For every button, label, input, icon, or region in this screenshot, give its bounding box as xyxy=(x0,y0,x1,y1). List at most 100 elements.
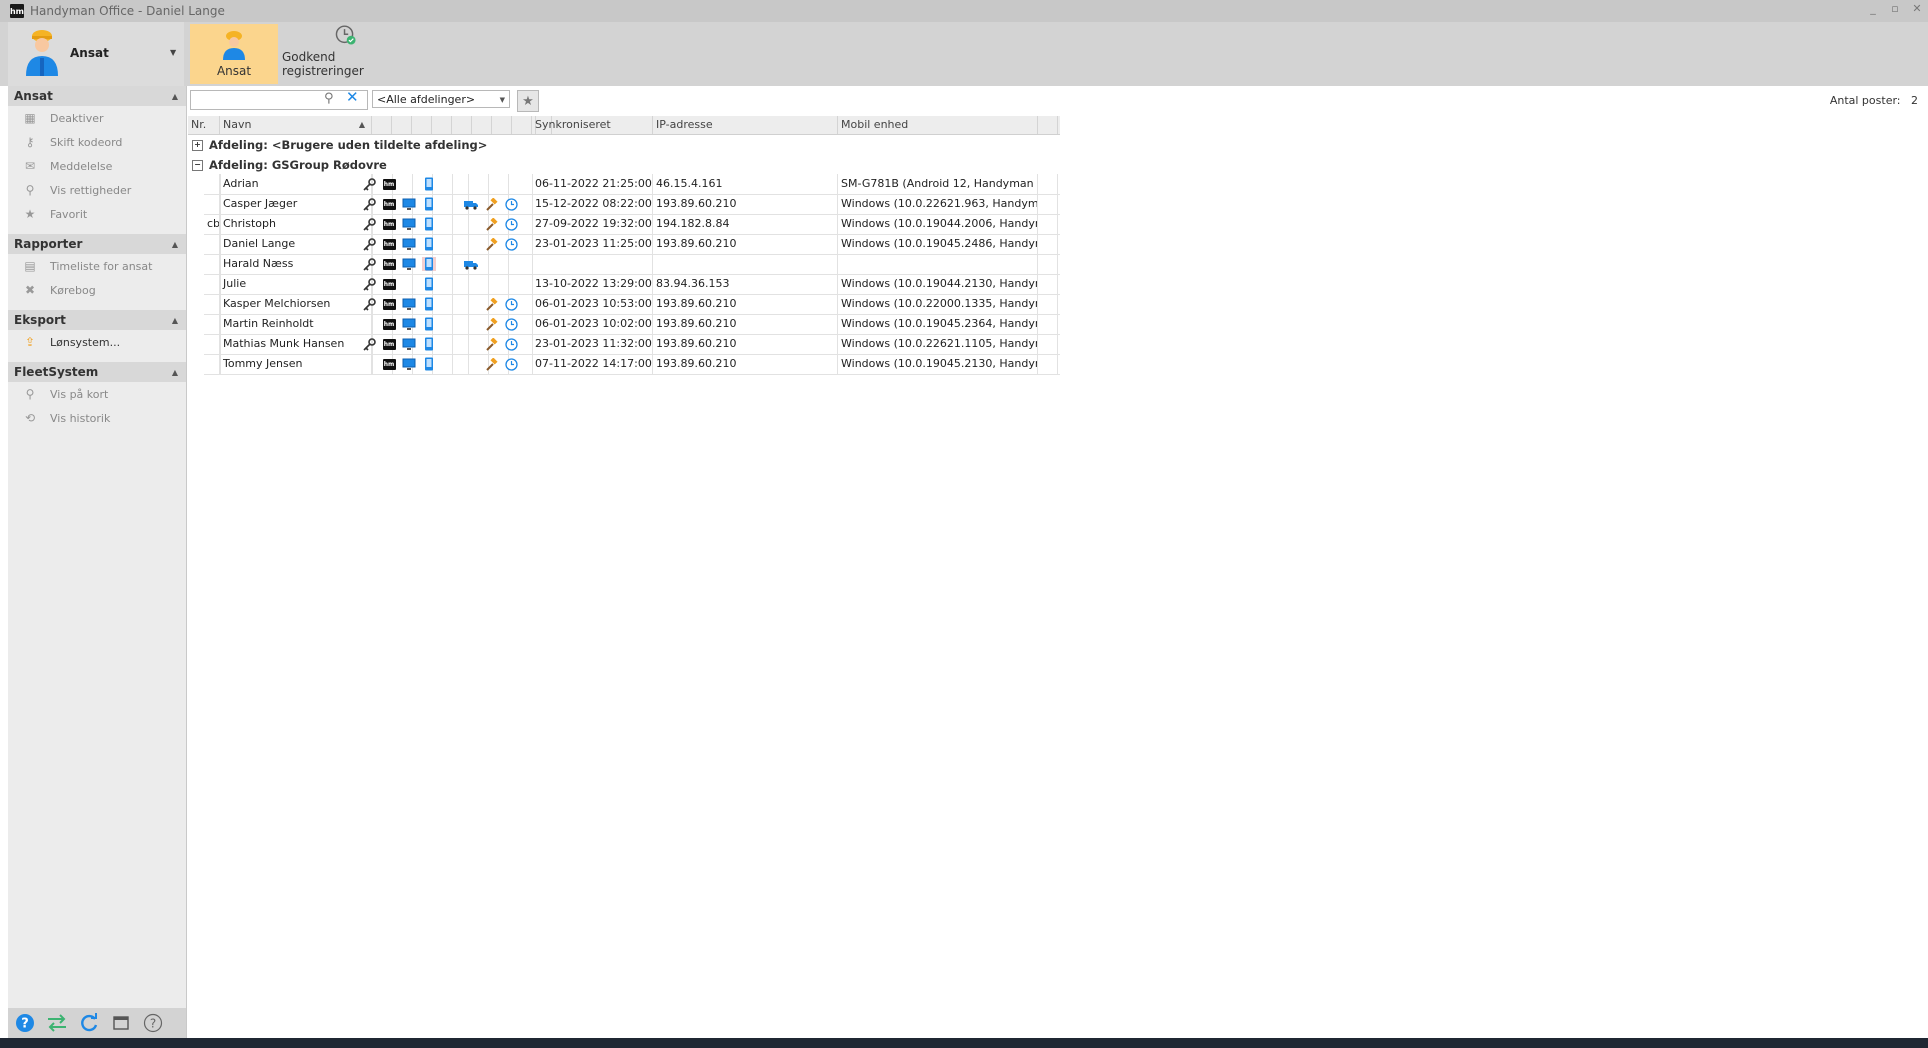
cell-sync: 06-11-2022 21:25:00 xyxy=(532,174,653,194)
expand-icon[interactable]: + xyxy=(192,139,203,151)
sync-arrows-icon[interactable] xyxy=(46,1012,68,1034)
column-header-label: Navn xyxy=(223,118,252,131)
sidebar-item-lonsystem[interactable]: ⇪ Lønsystem... xyxy=(8,330,186,354)
cell-divider xyxy=(452,234,453,254)
table-row[interactable]: Mathias Munk Hansen 23-01-2023 11:32:00 19… xyxy=(204,334,1060,355)
column-header-blank[interactable] xyxy=(492,116,512,134)
cell-ip: 193.89.60.210 xyxy=(653,294,838,314)
sidebar-item-vis-rettigheder[interactable]: ⚲ Vis rettigheder xyxy=(8,178,186,202)
section-header-ansat[interactable]: Ansat ▲ xyxy=(8,86,186,106)
sidebar-item-label: Timeliste for ansat xyxy=(50,259,153,273)
cell-ip: 193.89.60.210 xyxy=(653,314,838,334)
clock-icon xyxy=(504,237,518,251)
column-header-blank[interactable] xyxy=(452,116,472,134)
section-header-rapporter[interactable]: Rapporter ▲ xyxy=(8,234,186,254)
phone-icon xyxy=(422,257,436,271)
cell-mobile: Windows (10.0.22000.1335, Handym... xyxy=(838,294,1038,314)
ribbon-button-approve[interactable]: Godkend registreringer xyxy=(282,24,410,84)
chevron-up-icon[interactable]: ▲ xyxy=(172,368,178,377)
group-row-gsgroup[interactable]: − Afdeling: GSGroup Rødovre xyxy=(188,156,1060,174)
sidebar-item-deaktiver[interactable]: ▦ Deaktiver xyxy=(8,106,186,130)
collapse-icon[interactable]: − xyxy=(192,159,203,171)
table-row[interactable]: Harald Næss hm xyxy=(204,254,1060,275)
cell-blank xyxy=(1038,174,1058,194)
department-select[interactable]: <Alle afdelinger> ▼ xyxy=(372,90,510,108)
sidebar-item-timeliste[interactable]: ▤ Timeliste for ansat xyxy=(8,254,186,278)
column-header-name[interactable]: Navn ▲ xyxy=(220,116,372,134)
sidebar-item-label: Favorit xyxy=(50,207,88,221)
hammer-icon xyxy=(484,197,498,211)
user-avatar-icon xyxy=(26,30,58,76)
column-header-mobile[interactable]: Mobil enhed xyxy=(838,116,1038,134)
sidebar-footer: ? ? xyxy=(8,1008,186,1038)
cell-divider xyxy=(452,174,453,194)
chevron-up-icon[interactable]: ▲ xyxy=(172,316,178,325)
user-label: Ansat xyxy=(70,46,109,60)
desktop-icon xyxy=(402,197,416,211)
table-row[interactable]: Kasper Melchiorsen 06-01-2023 10:53:00 193… xyxy=(204,294,1060,315)
table-row[interactable]: Tommy Jensen 07-11-2022 14:17:00 193.89.60… xyxy=(204,354,1060,375)
column-header-blank[interactable] xyxy=(392,116,412,134)
refresh-icon[interactable] xyxy=(78,1012,100,1034)
hm-app-icon: hm xyxy=(382,318,396,330)
section-header-eksport[interactable]: Eksport ▲ xyxy=(8,310,186,330)
cell-divider xyxy=(452,294,453,314)
column-header-ip[interactable]: IP-adresse xyxy=(653,116,838,134)
cell-name: Casper Jæger xyxy=(220,194,372,214)
table-row[interactable]: Casper Jæger 15-12-2022 08:22:00 193.89.60… xyxy=(204,194,1060,215)
column-header-blank[interactable] xyxy=(1038,116,1058,134)
column-header-blank[interactable] xyxy=(472,116,492,134)
user-menu[interactable]: Ansat ▼ xyxy=(8,22,184,86)
chevron-up-icon[interactable]: ▲ xyxy=(172,240,178,249)
phone-icon xyxy=(422,297,436,311)
table-row[interactable]: Adrian 06-11-2022 21:25:00 46.15.4.161 SM-G… xyxy=(204,174,1060,195)
chevron-up-icon[interactable]: ▲ xyxy=(172,92,178,101)
hm-app-icon: hm xyxy=(382,218,396,230)
sidebar-item-korebog[interactable]: ✖ Kørebog xyxy=(8,278,186,302)
question-icon[interactable]: ? xyxy=(142,1012,164,1034)
column-header-blank[interactable] xyxy=(372,116,392,134)
table-row[interactable]: Martin Reinholdt 06-01-2023 10:02:00 193.8… xyxy=(204,314,1060,335)
cell-divider xyxy=(468,354,469,374)
search-input[interactable] xyxy=(190,90,368,110)
cell-divider xyxy=(452,214,453,234)
cell-divider xyxy=(220,214,221,234)
sidebar: Ansat ▲ ▦ Deaktiver ⚷ Skift kodeord ✉ Meddel… xyxy=(8,86,187,1038)
ribbon-button-ansat[interactable]: Ansat xyxy=(190,24,278,84)
cell-sync: 27-09-2022 19:32:00 xyxy=(532,214,653,234)
window-icon[interactable] xyxy=(110,1012,132,1034)
sidebar-item-vis-historik[interactable]: ⟲ Vis historik xyxy=(8,406,186,430)
desktop-icon xyxy=(402,297,416,311)
hammer-icon xyxy=(484,337,498,351)
minimize-icon[interactable]: _ xyxy=(1866,2,1880,15)
sidebar-item-favorit[interactable]: ★ Favorit xyxy=(8,202,186,226)
taskbar xyxy=(0,1038,1928,1048)
group-row-unassigned[interactable]: + Afdeling: <Brugere uden tildelte afdel… xyxy=(188,136,1060,154)
column-header-blank[interactable] xyxy=(412,116,432,134)
column-header-nr[interactable]: Nr. xyxy=(188,116,220,134)
column-header-blank[interactable] xyxy=(512,116,532,134)
cell-nr xyxy=(204,254,220,274)
cell-divider xyxy=(468,174,469,194)
clear-search-icon[interactable]: ✕ xyxy=(346,88,359,106)
cell-divider xyxy=(220,354,221,374)
tools-icon: ✖ xyxy=(24,283,36,297)
favorite-filter-button[interactable]: ★ xyxy=(517,90,539,112)
maximize-icon[interactable]: ▫ xyxy=(1888,2,1902,15)
table-row[interactable]: Daniel Lange 23-01-2023 11:25:00 193.89.60… xyxy=(204,234,1060,255)
help-icon[interactable]: ? xyxy=(14,1012,36,1034)
table-row[interactable]: cb Christoph 27-09-2022 19:32:00 194.182.8.… xyxy=(204,214,1060,235)
section-header-fleetsystem[interactable]: FleetSystem ▲ xyxy=(8,362,186,382)
clock-icon xyxy=(504,297,518,311)
sidebar-item-meddelelse[interactable]: ✉ Meddelelse xyxy=(8,154,186,178)
table-row[interactable]: Julie 13-10-2022 13:29:00 83.94.36.153 Wind… xyxy=(204,274,1060,295)
phone-icon xyxy=(422,197,436,211)
sidebar-item-skift-kodeord[interactable]: ⚷ Skift kodeord xyxy=(8,130,186,154)
sidebar-item-vis-paa-kort[interactable]: ⚲ Vis på kort xyxy=(8,382,186,406)
truck-icon xyxy=(464,257,478,271)
search-icon[interactable]: ⚲ xyxy=(324,91,334,106)
close-icon[interactable]: ✕ xyxy=(1910,2,1924,15)
chevron-down-icon[interactable]: ▼ xyxy=(170,48,176,57)
column-header-sync[interactable]: Synkroniseret xyxy=(532,116,653,134)
column-header-blank[interactable] xyxy=(432,116,452,134)
